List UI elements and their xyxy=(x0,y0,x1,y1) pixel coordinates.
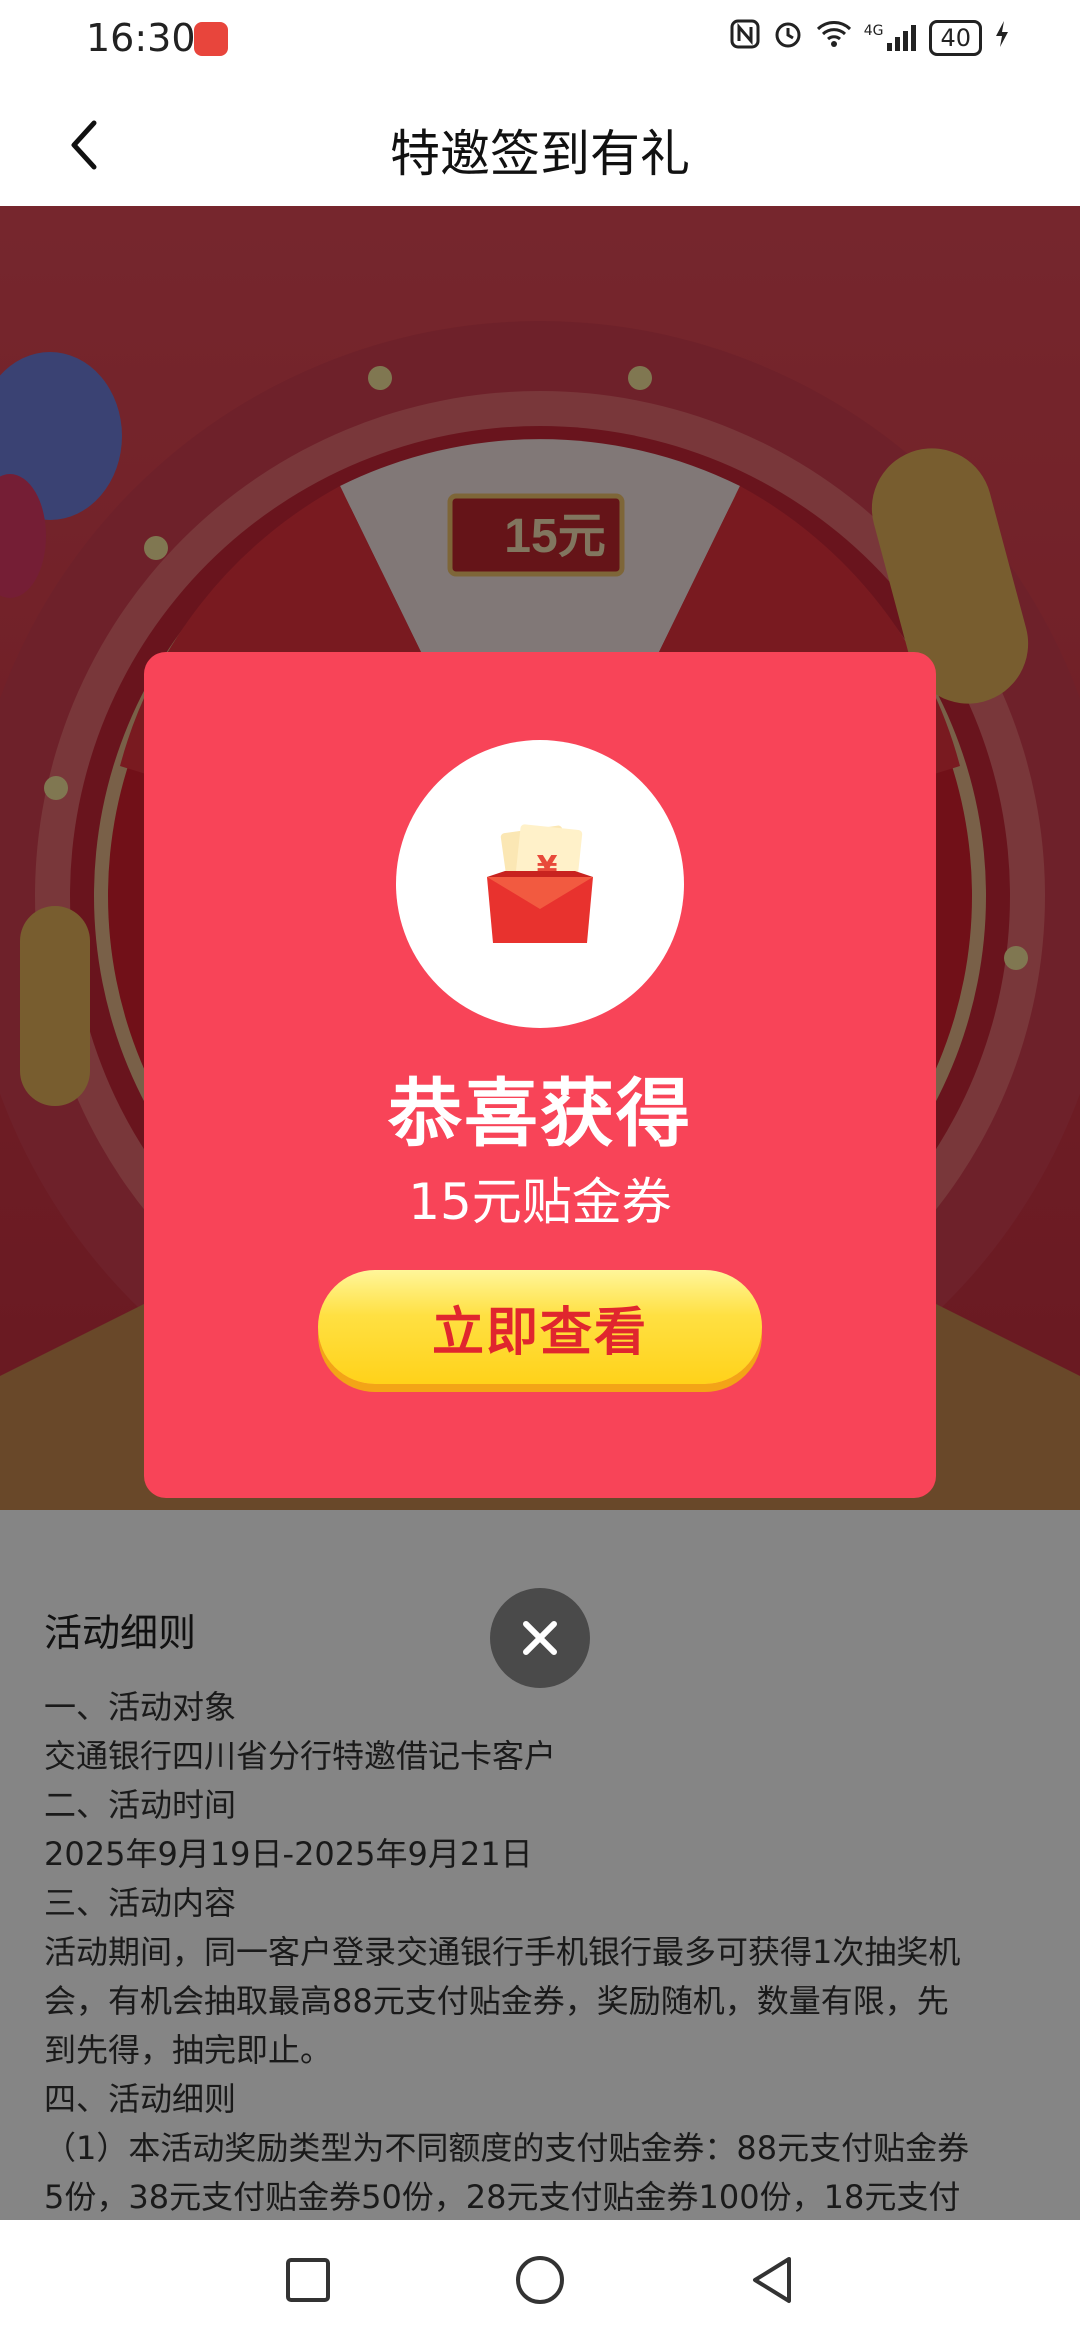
triangle-back-icon xyxy=(753,2257,791,2303)
alarm-icon xyxy=(772,18,804,58)
prize-modal: ¥ 恭喜获得 15元贴金券 立即查看 xyxy=(144,652,936,1498)
close-icon xyxy=(523,1621,557,1655)
red-envelope-icon: ¥ xyxy=(487,824,593,943)
status-time: 16:30 xyxy=(86,16,196,60)
circle-icon xyxy=(516,2256,564,2304)
system-nav-bar xyxy=(0,2220,1080,2340)
view-now-button[interactable]: 立即查看 xyxy=(318,1270,762,1384)
close-modal-button[interactable] xyxy=(490,1588,590,1688)
status-bar: 16:30 4G 40 xyxy=(0,0,1080,82)
charging-icon xyxy=(994,19,1010,57)
nfc-icon xyxy=(730,19,760,57)
recent-apps-button[interactable] xyxy=(278,2250,338,2310)
app-notification-icon xyxy=(194,22,228,56)
page-header: 特邀签到有礼 xyxy=(0,82,1080,208)
back-nav-button[interactable] xyxy=(742,2250,802,2310)
battery-icon: 40 xyxy=(929,20,982,56)
gift-icon-circle: ¥ xyxy=(396,740,684,1028)
wifi-icon xyxy=(816,19,852,57)
signal-icon: 4G xyxy=(864,23,918,53)
square-icon xyxy=(286,2258,330,2302)
modal-heading: 恭喜获得 xyxy=(388,1071,692,1157)
page-title: 特邀签到有礼 xyxy=(390,125,690,183)
status-icons: 4G 40 xyxy=(730,18,1010,58)
network-type-label: 4G xyxy=(863,23,884,39)
view-now-label: 立即查看 xyxy=(431,1302,648,1363)
home-button[interactable] xyxy=(510,2250,570,2310)
prize-description: 15元贴金券 xyxy=(408,1173,672,1231)
